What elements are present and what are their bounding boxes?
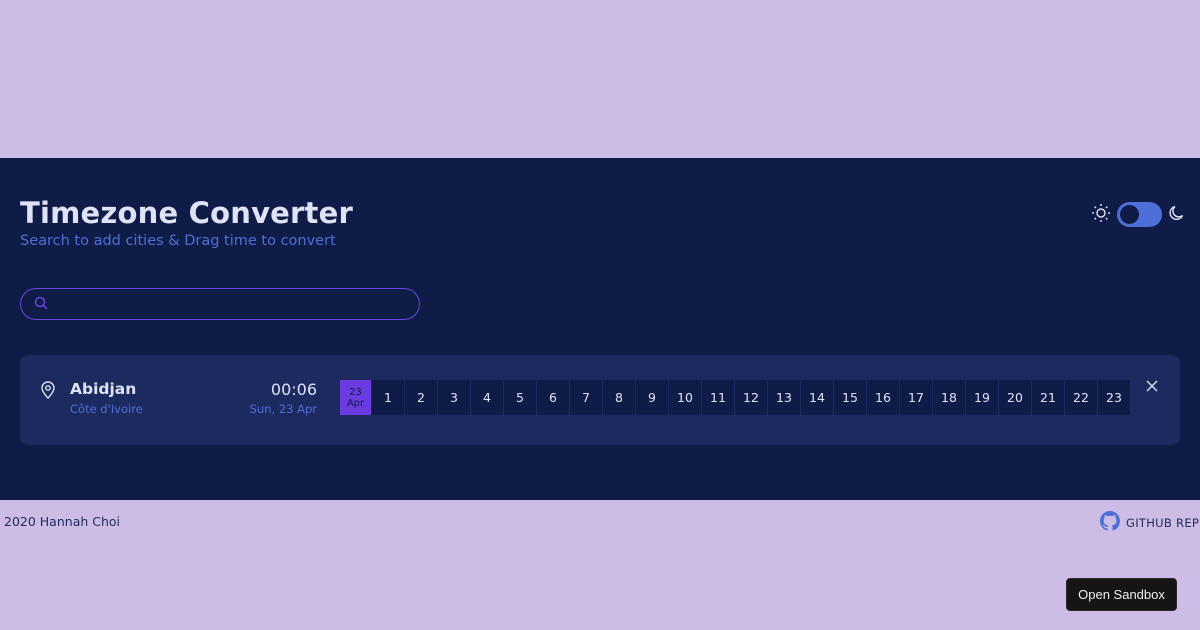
hour-cell[interactable]: 15 bbox=[834, 380, 867, 415]
hour-cell[interactable]: 4 bbox=[471, 380, 504, 415]
search-icon bbox=[34, 295, 48, 314]
close-icon[interactable] bbox=[1146, 377, 1158, 396]
current-day: 23 bbox=[349, 386, 362, 398]
current-month: Apr bbox=[346, 397, 365, 409]
theme-toggle bbox=[1091, 202, 1186, 227]
sun-icon bbox=[1091, 203, 1111, 227]
page-subtitle: Search to add cities & Drag time to conv… bbox=[20, 233, 336, 249]
search-input[interactable] bbox=[56, 296, 396, 312]
hour-cell[interactable]: 16 bbox=[867, 380, 900, 415]
theme-switch-knob bbox=[1120, 205, 1139, 224]
hour-cell[interactable]: 7 bbox=[570, 380, 603, 415]
hour-strip[interactable]: 23 Apr 1 2 3 4 5 6 7 8 9 10 11 12 13 14 15 16 17 18 19 20 21… bbox=[340, 380, 1131, 415]
city-name: Abidjan bbox=[70, 380, 137, 398]
city-time: 00:06 bbox=[270, 380, 317, 399]
app-panel: Timezone Converter Search to add cities … bbox=[0, 158, 1200, 500]
hour-cell[interactable]: 23 bbox=[1098, 380, 1131, 415]
open-sandbox-button[interactable]: Open Sandbox bbox=[1066, 578, 1177, 611]
hour-cell[interactable]: 6 bbox=[537, 380, 570, 415]
city-country: Côte d'Ivoire bbox=[70, 402, 143, 416]
page-title: Timezone Converter bbox=[20, 196, 353, 230]
github-repo-link[interactable]: GITHUB REP bbox=[1100, 511, 1199, 534]
hour-cell[interactable]: 12 bbox=[735, 380, 768, 415]
hour-cell[interactable]: 8 bbox=[603, 380, 636, 415]
hour-cell[interactable]: 19 bbox=[966, 380, 999, 415]
hour-cell[interactable]: 11 bbox=[702, 380, 735, 415]
hour-cell[interactable]: 2 bbox=[405, 380, 438, 415]
hour-cell[interactable]: 10 bbox=[669, 380, 702, 415]
theme-switch[interactable] bbox=[1117, 202, 1162, 227]
hour-cell[interactable]: 3 bbox=[438, 380, 471, 415]
hour-cell[interactable]: 13 bbox=[768, 380, 801, 415]
search-box[interactable] bbox=[20, 288, 420, 320]
hour-cell[interactable]: 9 bbox=[636, 380, 669, 415]
city-date: Sun, 23 Apr bbox=[249, 402, 317, 416]
hour-cell[interactable]: 17 bbox=[900, 380, 933, 415]
hour-cell[interactable]: 21 bbox=[1032, 380, 1065, 415]
hour-cell-current[interactable]: 23 Apr bbox=[340, 380, 372, 415]
hour-cell[interactable]: 18 bbox=[933, 380, 966, 415]
hour-cell[interactable]: 14 bbox=[801, 380, 834, 415]
moon-icon bbox=[1168, 204, 1186, 226]
footer-copyright: 2020 Hannah Choi bbox=[4, 514, 121, 529]
hour-cell[interactable]: 5 bbox=[504, 380, 537, 415]
github-icon bbox=[1100, 511, 1120, 534]
github-repo-label: GITHUB REP bbox=[1126, 515, 1200, 530]
hour-cell[interactable]: 22 bbox=[1065, 380, 1098, 415]
hour-cell[interactable]: 1 bbox=[372, 380, 405, 415]
hour-cell[interactable]: 20 bbox=[999, 380, 1032, 415]
location-pin-icon bbox=[40, 381, 56, 403]
city-card: Abidjan Côte d'Ivoire 00:06 Sun, 23 Apr … bbox=[20, 355, 1180, 445]
